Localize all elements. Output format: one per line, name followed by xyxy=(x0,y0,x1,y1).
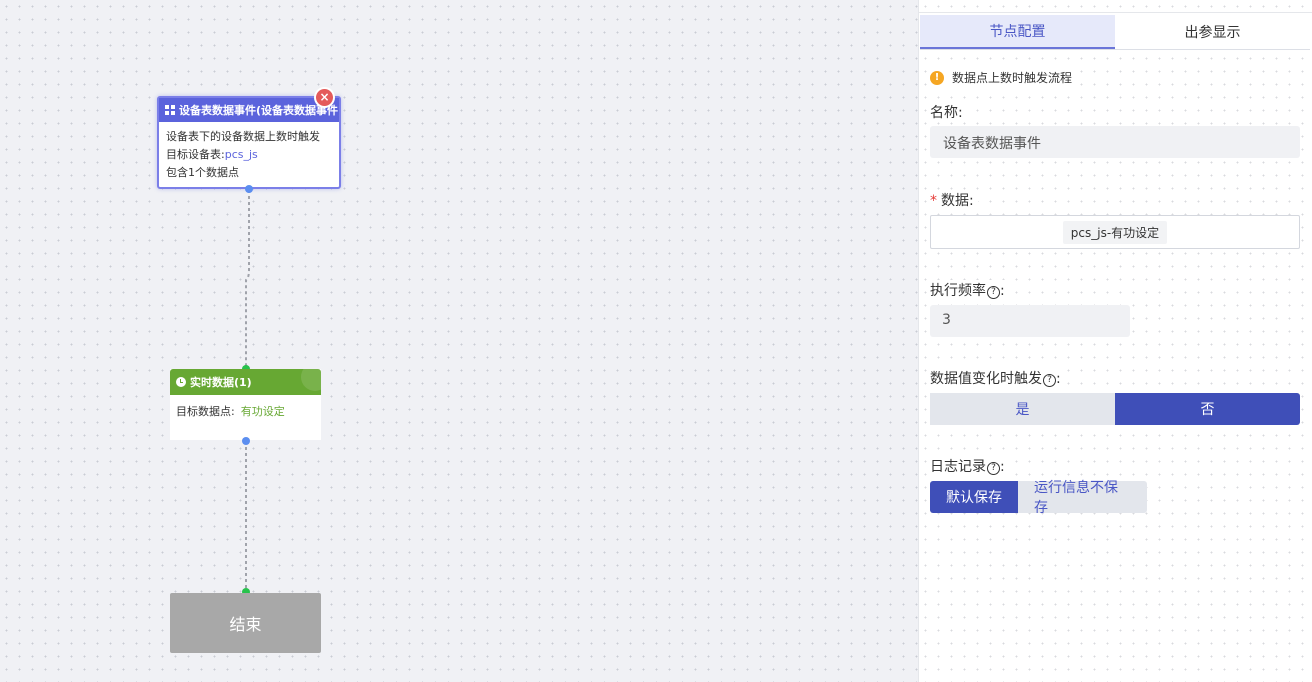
frequency-input[interactable]: 3 xyxy=(930,305,1130,337)
panel-divider xyxy=(919,12,1312,13)
flow-edges xyxy=(245,190,250,592)
log-record-toggle: 默认保存 运行信息不保存 xyxy=(930,480,1147,516)
realtime-node-body: 目标数据点: 有功设定 xyxy=(170,395,321,427)
realtime-node-header: 实时数据(1) xyxy=(170,369,321,395)
workflow-canvas[interactable]: 设备表数据事件(设备表数据事件) 设备表下的设备数据上数时触发 目标设备表:pc… xyxy=(0,0,918,682)
help-icon[interactable]: ? xyxy=(987,286,1000,299)
trigger-yes-button[interactable]: 是 xyxy=(930,393,1115,425)
node-config-panel: 节点配置 出参显示 ! 数据点上数时触发流程 名称: 设备表数据事件 * 数据: … xyxy=(918,0,1312,682)
log-colon: : xyxy=(1000,459,1005,475)
event-node-target-label: 目标设备表: xyxy=(166,148,225,161)
help-icon[interactable]: ? xyxy=(1043,374,1056,387)
clock-icon xyxy=(176,377,186,387)
data-label: 数据: xyxy=(941,193,974,209)
trigger-hint-text: 数据点上数时触发流程 xyxy=(952,71,1073,85)
data-label-row: * 数据: xyxy=(930,190,978,210)
log-label: 日志记录 xyxy=(930,459,986,475)
trigger-label-row: 数据值变化时触发?: xyxy=(930,368,1065,388)
close-icon[interactable]: × xyxy=(316,89,333,106)
log-no-save-button[interactable]: 运行信息不保存 xyxy=(1018,480,1147,516)
event-node-desc: 设备表下的设备数据上数时触发 xyxy=(166,130,320,143)
event-node-header: 设备表数据事件(设备表数据事件) xyxy=(159,98,339,122)
data-select[interactable]: pcs_js-有功设定 xyxy=(930,215,1300,249)
name-label: 名称: xyxy=(930,102,967,122)
help-icon[interactable]: ? xyxy=(987,462,1000,475)
required-mark: * xyxy=(930,193,937,209)
edge-event-to-realtime xyxy=(245,190,250,368)
realtime-node-label: 目标数据点: xyxy=(176,405,235,418)
event-node-body: 设备表下的设备数据上数时触发 目标设备表:pcs_js 包含1个数据点 xyxy=(159,122,339,182)
realtime-node-title: 实时数据(1) xyxy=(190,376,252,389)
trigger-colon: : xyxy=(1056,371,1061,387)
trigger-no-button[interactable]: 否 xyxy=(1115,393,1300,425)
trigger-on-change-toggle: 是 否 xyxy=(930,393,1300,425)
name-field: 设备表数据事件 xyxy=(930,126,1300,158)
end-node-label: 结束 xyxy=(229,615,262,634)
trigger-label: 数据值变化时触发 xyxy=(930,371,1042,387)
event-node-output-port[interactable] xyxy=(245,185,253,193)
event-node-target-value: pcs_js xyxy=(224,148,258,161)
tab-output-params[interactable]: 出参显示 xyxy=(1115,15,1310,49)
warning-icon: ! xyxy=(930,70,944,85)
freq-colon: : xyxy=(1000,283,1005,299)
realtime-node-value: 有功设定 xyxy=(240,405,285,418)
freq-label-row: 执行频率?: xyxy=(930,280,1009,300)
event-node-title: 设备表数据事件(设备表数据事件) xyxy=(179,104,339,117)
device-table-event-node[interactable]: 设备表数据事件(设备表数据事件) 设备表下的设备数据上数时触发 目标设备表:pc… xyxy=(157,89,341,189)
grid-icon xyxy=(165,105,175,115)
log-default-save-button[interactable]: 默认保存 xyxy=(930,481,1018,513)
panel-tabs: 节点配置 出参显示 xyxy=(920,15,1310,50)
event-node-target: 目标设备表:pcs_js xyxy=(166,146,332,164)
freq-label: 执行频率 xyxy=(930,283,986,299)
log-label-row: 日志记录?: xyxy=(930,456,1009,476)
trigger-hint: ! 数据点上数时触发流程 xyxy=(930,69,1077,86)
realtime-data-node[interactable]: 实时数据(1) 目标数据点: 有功设定 xyxy=(170,369,321,440)
data-tag[interactable]: pcs_js-有功设定 xyxy=(1062,220,1168,244)
event-node-points: 包含1个数据点 xyxy=(166,166,239,179)
realtime-node-output-port[interactable] xyxy=(242,437,250,445)
end-node[interactable]: 结束 xyxy=(170,593,321,653)
tab-node-config[interactable]: 节点配置 xyxy=(920,15,1115,49)
